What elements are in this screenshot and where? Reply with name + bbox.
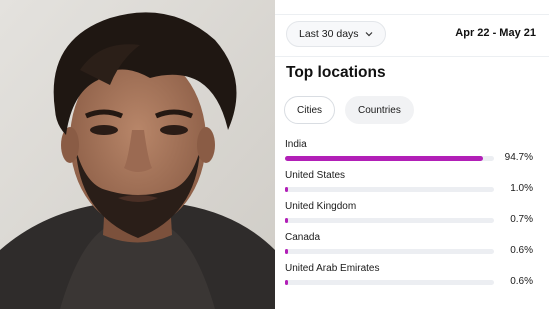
location-percent: 0.7% <box>510 214 533 225</box>
location-name: Canada <box>285 232 321 243</box>
bar-fill <box>285 218 288 223</box>
top-divider <box>275 14 549 15</box>
location-percent: 94.7% <box>504 152 533 163</box>
date-range-text: Apr 22 - May 21 <box>455 27 536 39</box>
tab-countries[interactable]: Countries <box>345 96 414 124</box>
tab-cities-label: Cities <box>297 104 323 116</box>
location-tabs: Cities Countries <box>284 96 414 124</box>
list-item: United Kingdom 0.7% <box>285 200 537 231</box>
chevron-down-icon <box>365 30 373 38</box>
location-name: United States <box>285 170 346 181</box>
date-range-dropdown-label: Last 30 days <box>299 28 359 40</box>
bar-fill <box>285 280 288 285</box>
list-item: India 94.7% <box>285 138 537 169</box>
bar-track <box>285 156 494 161</box>
bar-track <box>285 249 494 254</box>
bar-track <box>285 218 494 223</box>
location-percent: 0.6% <box>510 276 533 287</box>
tab-cities[interactable]: Cities <box>284 96 336 124</box>
bar-track <box>285 280 494 285</box>
profile-photo <box>0 0 275 309</box>
date-range-dropdown[interactable]: Last 30 days <box>286 21 386 47</box>
location-percent: 1.0% <box>510 183 533 194</box>
location-name: United Arab Emirates <box>285 263 380 274</box>
bar-fill <box>285 187 288 192</box>
bar-fill <box>285 249 288 254</box>
tab-countries-label: Countries <box>358 104 401 116</box>
audience-panel: Last 30 days Apr 22 - May 21 Top locatio… <box>275 0 549 309</box>
list-item: Canada 0.6% <box>285 231 537 262</box>
location-list: India 94.7% United States 1.0% United Ki… <box>285 138 537 293</box>
location-name: United Kingdom <box>285 201 357 212</box>
location-name: India <box>285 139 307 150</box>
section-title: Top locations <box>286 64 386 81</box>
portrait-illustration <box>0 0 275 309</box>
header-divider <box>275 56 549 57</box>
bar-track <box>285 187 494 192</box>
bar-fill <box>285 156 483 161</box>
list-item: United States 1.0% <box>285 169 537 200</box>
list-item: United Arab Emirates 0.6% <box>285 262 537 293</box>
location-percent: 0.6% <box>510 245 533 256</box>
